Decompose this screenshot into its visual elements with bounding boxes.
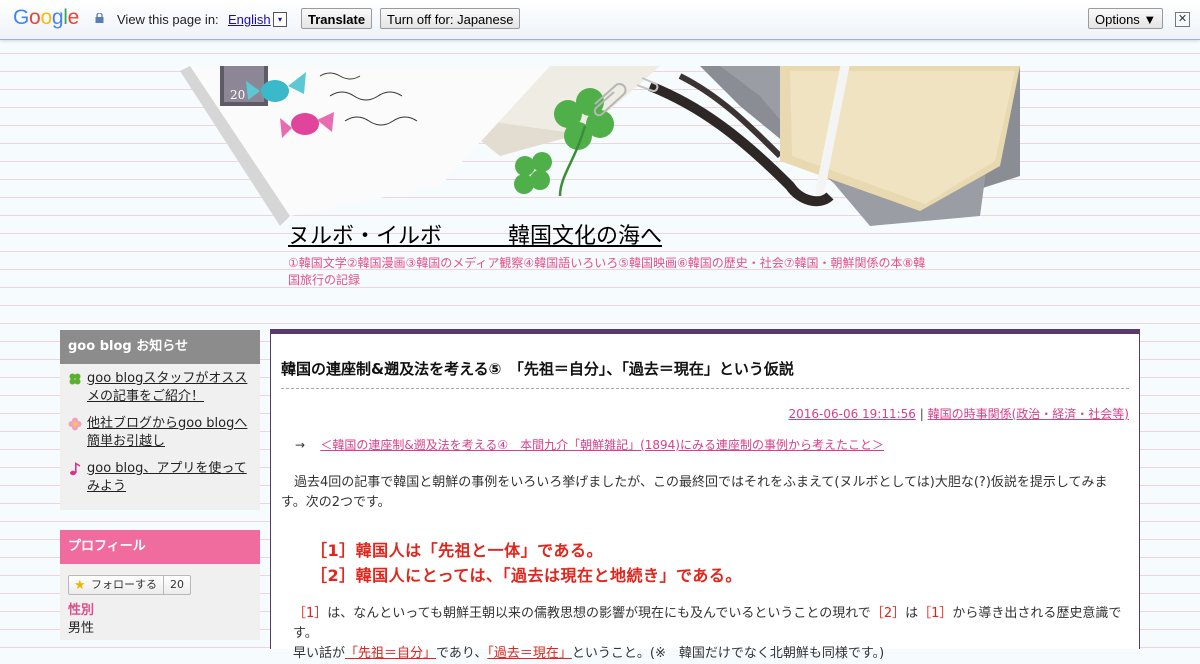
news-link[interactable]: 他社ブログからgoo blogへ簡単お引越し <box>87 416 247 449</box>
body-text: は、なんといっても朝鮮王朝以来の儒教思想の影響が現在にも及んでいるということの現… <box>327 606 871 621</box>
logo-letter: G <box>13 6 30 29</box>
options-button[interactable]: Options ▼ <box>1088 8 1164 29</box>
blog-description: ①韓国文学②韓国漫画③韓国のメディア観察④韓国語いろいろ⑤韓国映画⑥韓国の歴史・… <box>288 256 926 287</box>
blog-title[interactable]: ヌルボ・イルボ 韓国文化の海へ <box>288 218 662 250</box>
news-link[interactable]: goo blog、アプリを使ってみよう <box>87 461 247 494</box>
body-text: 早い話が <box>293 646 346 661</box>
previous-entry-link[interactable]: ＜韓国の連座制&遡及法を考える④ 本間九介「朝鮮雑記」(1894)にみる連座制の… <box>320 438 884 452</box>
profile-panel: プロフィール ★ フォローする 20 性別 男性 <box>60 530 260 640</box>
entry-intro: 過去4回の記事で韓国と朝鮮の事例をいろいろ挙げましたが、この最終回ではそれをふま… <box>281 475 1108 510</box>
follow-button[interactable]: ★ フォローする 20 <box>68 575 191 595</box>
turn-off-button[interactable]: Turn off for: Japanese <box>380 8 521 29</box>
emphasis-text: 「先祖＝自分」 <box>345 646 437 661</box>
ref-marker: ［1］ <box>293 606 328 621</box>
profile-heading: プロフィール <box>60 530 260 564</box>
news-panel: goo blog お知らせ goo blogスタッフがオススメの記事をご紹介！ … <box>60 330 260 510</box>
news-heading: goo blog お知らせ <box>60 330 260 364</box>
entry-title: 韓国の連座制&遡及法を考える⑤ 「先祖＝自分」、「過去＝現在」という仮説 <box>281 360 794 378</box>
entry-date-link[interactable]: 2016-06-06 19:11:56 <box>788 407 915 421</box>
logo-letter: o <box>40 6 52 29</box>
follow-label: フォローする <box>91 578 157 591</box>
news-item[interactable]: goo blog、アプリを使ってみよう <box>68 460 252 496</box>
news-link[interactable]: goo blogスタッフがオススメの記事をご紹介！ <box>87 371 247 404</box>
translate-button[interactable]: Translate <box>301 8 373 29</box>
entry-meta: 2016-06-06 19:11:56 | 韓国の時事関係(政治・経済・社会等) <box>788 405 1129 422</box>
flower-icon <box>68 417 82 431</box>
logo-letter: o <box>29 6 41 29</box>
hypothesis-2: ［2］韓国人にとっては、「過去は現在と地続き」である。 <box>311 566 742 585</box>
body-text: であり、 <box>436 646 488 661</box>
entry-body-paragraph: ［1］は、なんといっても朝鮮王朝以来の儒教思想の影響が現在にも及んでいるというこ… <box>293 604 1133 664</box>
news-item[interactable]: goo blogスタッフがオススメの記事をご紹介！ <box>68 370 252 406</box>
translate-prompt: View this page in: <box>117 12 219 27</box>
lock-icon <box>95 13 104 23</box>
logo-letter: e <box>67 6 80 29</box>
ref-marker: ［2］ <box>870 606 906 621</box>
title-divider <box>281 388 1129 389</box>
ref-marker: ［1］ <box>918 606 953 621</box>
google-logo: Google <box>13 6 79 30</box>
arrow-icon: → <box>295 438 306 452</box>
news-list: goo blogスタッフがオススメの記事をご紹介！ 他社ブログからgoo blo… <box>60 364 260 496</box>
language-dropdown-icon[interactable]: ▾ <box>273 12 287 27</box>
emphasis-text: 「過去＝現在」 <box>487 646 572 661</box>
close-icon[interactable]: ✕ <box>1175 12 1190 27</box>
gender-label: 性別 <box>68 603 95 618</box>
star-icon: ★ <box>74 578 86 593</box>
logo-letter: g <box>51 6 64 29</box>
body-text: は <box>905 606 919 621</box>
body-text: ということ。(※ 韓国だけでなく北朝鮮も同様です。) <box>571 646 885 661</box>
translate-bar: Google View this page in: English ▾ Tran… <box>0 0 1200 40</box>
music-note-icon <box>70 462 81 476</box>
follow-label-wrap: ★ フォローする <box>69 576 163 594</box>
entry-panel: 韓国の連座制&遡及法を考える⑤ 「先祖＝自分」、「過去＝現在」という仮説 201… <box>270 329 1140 661</box>
svg-text:20: 20 <box>230 88 245 102</box>
news-item[interactable]: 他社ブログからgoo blogへ簡単お引越し <box>68 415 252 451</box>
previous-entry: → ＜韓国の連座制&遡及法を考える④ 本間九介「朝鮮雑記」(1894)にみる連座… <box>295 436 884 453</box>
gender-value: 男性 <box>68 621 95 636</box>
meta-separator: | <box>919 407 924 421</box>
follow-count: 20 <box>163 576 190 594</box>
language-link[interactable]: English <box>228 12 271 27</box>
entry-category-link[interactable]: 韓国の時事関係(政治・経済・社会等) <box>928 407 1129 421</box>
hypothesis-1: ［1］韓国人は「先祖と一体」である。 <box>311 541 603 560</box>
clover-icon <box>69 373 81 385</box>
